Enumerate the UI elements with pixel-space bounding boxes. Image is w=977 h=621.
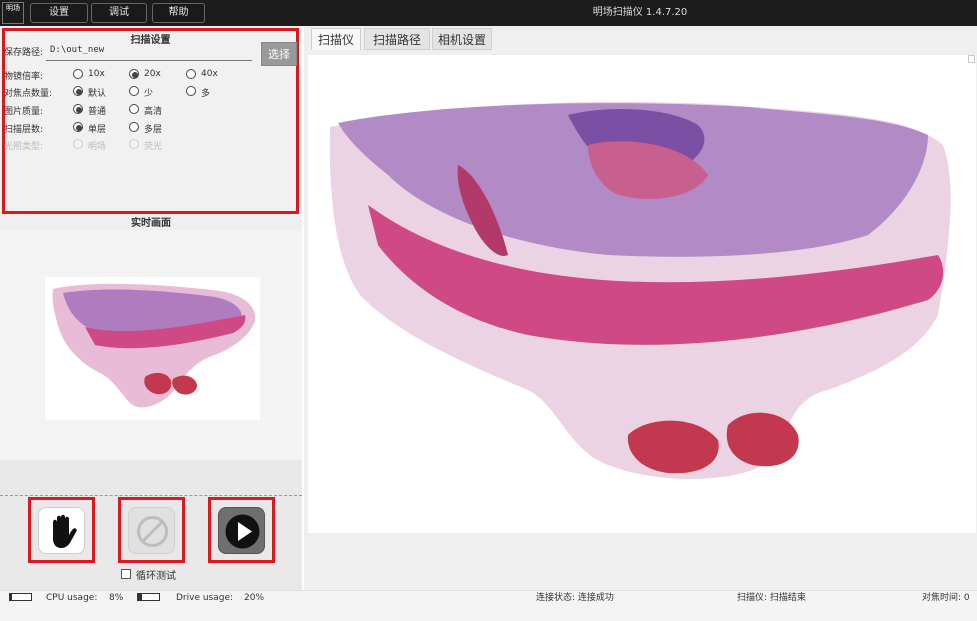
focus-default-label: 默认	[88, 89, 107, 99]
layers-multi-label: 多层	[144, 125, 163, 135]
objective-20x-radio[interactable]	[129, 69, 139, 79]
quality-hd-radio[interactable]	[129, 104, 139, 114]
objective-40x-label: 40x	[201, 69, 218, 79]
focus-many-radio[interactable]	[186, 86, 196, 96]
hand-stop-icon	[53, 514, 77, 548]
prohibited-icon	[137, 516, 168, 547]
scan-settings-group: 扫描设置	[2, 28, 299, 214]
stop-button[interactable]	[38, 507, 85, 554]
cpu-usage-label: CPU usage:	[46, 593, 98, 603]
tab-scanner[interactable]: 扫描仪	[311, 28, 361, 50]
focus-few-label: 少	[144, 89, 154, 99]
quality-hd-label: 高清	[144, 107, 163, 117]
loop-test-label: 循环测试	[136, 571, 176, 582]
save-path-value[interactable]: D:\out_new	[50, 45, 104, 55]
focus-default-radio[interactable]	[73, 86, 83, 96]
live-view-title: 实时画面	[131, 218, 171, 229]
layers-multi-radio[interactable]	[129, 122, 139, 132]
objective-10x-radio[interactable]	[73, 69, 83, 79]
tissue-thumbnail-image	[52, 283, 256, 408]
window-title: 明场扫描仪 1.4.7.20	[592, 7, 688, 18]
quality-normal-label: 普通	[88, 107, 107, 117]
save-path-label: 保存路径:	[4, 48, 44, 58]
stop-button-frame	[28, 497, 95, 563]
quality-normal-radio[interactable]	[73, 104, 83, 114]
app-logo-icon: 明场	[2, 2, 24, 24]
objective-40x-radio[interactable]	[186, 69, 196, 79]
loop-test-checkbox[interactable]	[121, 569, 131, 579]
choose-path-button[interactable]: 选择	[261, 42, 297, 66]
connection-status: 连接状态: 连接成功	[536, 593, 614, 603]
tab-camera-settings[interactable]: 相机设置	[432, 28, 492, 50]
start-button[interactable]	[218, 507, 265, 554]
focus-time-status: 对焦时间: 0	[922, 593, 970, 603]
focus-points-label: 对焦点数量:	[4, 89, 53, 99]
scanner-status: 扫描仪: 扫描结束	[737, 593, 806, 603]
menu-debug[interactable]: 调试	[91, 3, 147, 23]
tab-scan-path[interactable]: 扫描路径	[364, 28, 430, 50]
cancel-button[interactable]	[128, 507, 175, 554]
scan-settings-title: 扫描设置	[130, 35, 171, 46]
objective-20x-label: 20x	[144, 69, 161, 79]
illum-brightfield-label: 明场	[88, 142, 107, 152]
cpu-usage-meter	[9, 593, 32, 601]
focus-many-label: 多	[201, 89, 211, 99]
illumination-label: 光照类型:	[4, 142, 44, 152]
live-view-thumbnail	[45, 277, 260, 420]
scrollbar-up-arrow[interactable]	[968, 55, 975, 63]
layers-single-label: 单层	[88, 125, 107, 135]
drive-usage-fill	[138, 594, 143, 600]
scan-image-viewer[interactable]	[308, 55, 976, 533]
play-icon	[225, 514, 260, 549]
illum-brightfield-radio	[73, 139, 83, 149]
start-button-frame	[208, 497, 275, 563]
cpu-usage-fill	[10, 594, 12, 600]
image-quality-label: 图片质量:	[4, 107, 44, 117]
drive-usage-value: 20%	[244, 593, 265, 603]
control-divider	[0, 495, 302, 496]
tissue-scan-image	[329, 101, 951, 479]
drive-usage-meter	[137, 593, 160, 601]
save-path-underline	[46, 60, 252, 61]
tissue-red-spot-2	[172, 375, 197, 395]
scan-layers-label: 扫描层数:	[4, 125, 44, 135]
menu-settings[interactable]: 设置	[30, 3, 88, 23]
objective-10x-label: 10x	[88, 69, 105, 79]
cpu-usage-value: 8%	[109, 593, 124, 603]
focus-few-radio[interactable]	[129, 86, 139, 96]
menu-help[interactable]: 帮助	[152, 3, 205, 23]
layers-single-radio[interactable]	[73, 122, 83, 132]
illum-fluorescence-radio	[129, 139, 139, 149]
objective-label: 物镜倍率:	[4, 72, 44, 82]
cancel-button-frame	[118, 497, 185, 563]
illum-fluorescence-label: 荧光	[144, 142, 163, 152]
drive-usage-label: Drive usage:	[176, 593, 234, 603]
